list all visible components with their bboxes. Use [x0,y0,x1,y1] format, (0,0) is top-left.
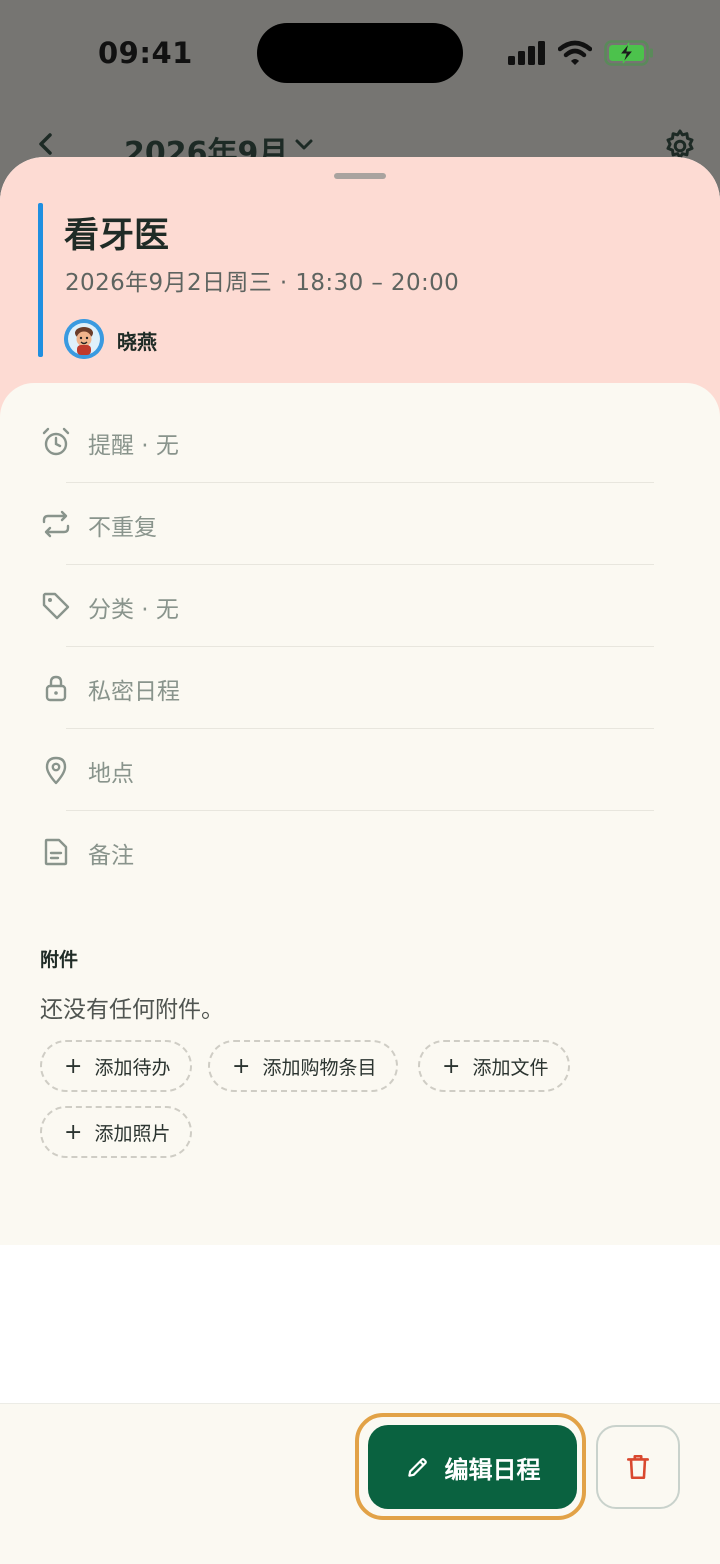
add-shopping-item-label: 添加购物条目 [262,1056,377,1079]
event-datetime: 2026年9月2日周三 · 18:30 – 20:00 [65,270,460,296]
private-label: 私密日程 [88,679,180,705]
add-todo-label: 添加待办 [94,1056,171,1079]
category-label: 分类 · 无 [88,597,179,623]
location-row[interactable]: 地点 [0,729,720,811]
bottom-action-bar: 编辑日程 [0,1403,720,1564]
status-time: 09:41 [98,36,193,70]
signal-icon [508,41,545,65]
plus-icon: + [64,1119,83,1145]
plus-icon: + [232,1053,251,1079]
attachments-empty-text: 还没有任何附件。 [40,997,224,1023]
note-icon [44,838,68,866]
owner-avatar [64,319,104,359]
edit-event-label: 编辑日程 [444,1455,541,1484]
avatar-illustration [64,319,104,359]
add-file-button[interactable]: + 添加文件 [418,1040,571,1092]
repeat-row[interactable]: 不重复 [0,483,720,565]
alarm-clock-icon [42,427,70,456]
add-photo-button[interactable]: + 添加照片 [40,1106,193,1158]
owner-name: 晓燕 [117,330,157,354]
event-header: 看牙医 2026年9月2日周三 · 18:30 – 20:00 晓燕 [0,157,720,417]
reminder-row[interactable]: 提醒 · 无 [0,401,720,483]
event-accent-bar [38,203,43,357]
add-file-label: 添加文件 [472,1056,549,1079]
plus-icon: + [64,1053,83,1079]
status-icons [508,36,654,70]
tag-icon [42,592,70,620]
status-bar: 09:41 [0,0,720,110]
dynamic-island [257,23,463,83]
wifi-icon [558,40,592,65]
location-label: 地点 [88,761,134,787]
chevron-down-icon [295,139,313,150]
repeat-label: 不重复 [88,515,157,541]
reminder-label: 提醒 · 无 [88,433,179,459]
location-pin-icon [45,756,67,785]
lock-icon [45,675,67,702]
category-row[interactable]: 分类 · 无 [0,565,720,647]
event-details-panel: 提醒 · 无 不重复 分类 · 无 私密日程 地点 备注 附件 还没有任何附件。… [0,383,720,1245]
private-row[interactable]: 私密日程 [0,647,720,729]
event-title: 看牙医 [64,216,170,256]
battery-charging-icon [604,40,653,66]
note-label: 备注 [88,843,134,869]
event-detail-sheet: 看牙医 2026年9月2日周三 · 18:30 – 20:00 晓燕 提醒 · … [0,157,720,1564]
sheet-grabber[interactable] [334,173,386,179]
pencil-icon [407,1458,427,1477]
back-chevron-icon [39,133,52,155]
edit-event-button[interactable]: 编辑日程 [368,1425,577,1509]
delete-event-button[interactable] [596,1425,680,1509]
add-todo-button[interactable]: + 添加待办 [40,1040,193,1092]
attachments-title: 附件 [40,949,79,971]
repeat-icon [42,510,70,538]
add-photo-label: 添加照片 [94,1122,171,1145]
add-shopping-item-button[interactable]: + 添加购物条目 [208,1040,399,1092]
trash-icon [627,1454,649,1480]
plus-icon: + [442,1053,461,1079]
note-row[interactable]: 备注 [0,811,720,893]
